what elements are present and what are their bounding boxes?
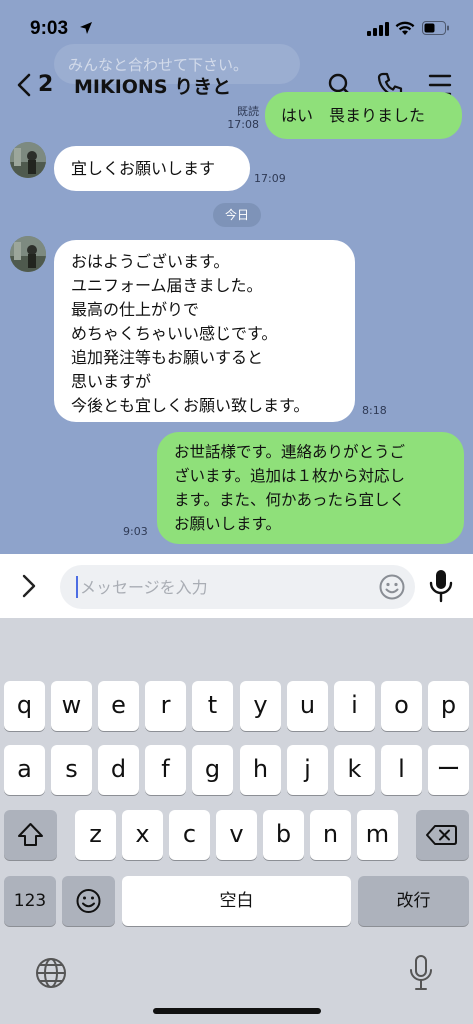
- message-input[interactable]: [80, 565, 370, 609]
- key-t[interactable]: t: [192, 681, 233, 731]
- message-text: 宜しくお願いします: [71, 159, 216, 178]
- date-divider: 今日: [213, 203, 261, 227]
- chat-title: MIKIONS りきと: [74, 76, 232, 98]
- incoming-message-bubble[interactable]: おはようございます。 ユニフォーム届きました。 最高の仕上がりで めちゃくちゃい…: [54, 240, 355, 422]
- key-a[interactable]: a: [4, 745, 45, 795]
- message-line: 追加発注等もお願いすると: [71, 348, 264, 367]
- back-unread-count: 2: [38, 72, 54, 97]
- backspace-icon: [426, 825, 457, 845]
- key-g[interactable]: g: [192, 745, 233, 795]
- message-line: 今後とも宜しくお願い致します。: [71, 396, 310, 415]
- key-y[interactable]: y: [240, 681, 281, 731]
- text-caret: [76, 576, 78, 598]
- return-key[interactable]: 改行: [358, 876, 469, 926]
- backspace-key[interactable]: [416, 810, 469, 860]
- shift-key[interactable]: [4, 810, 57, 860]
- key-c[interactable]: c: [169, 810, 210, 860]
- battery-icon: [422, 21, 449, 35]
- outgoing-message-bubble[interactable]: お世話様です。連絡ありがとうご ざいます。追加は１枚から対応し ます。また、何か…: [157, 432, 464, 544]
- dictation-mic-icon[interactable]: [408, 954, 434, 992]
- message-line: お願いします。: [174, 515, 281, 533]
- emoji-key[interactable]: [62, 876, 115, 926]
- space-key[interactable]: 空白: [122, 876, 351, 926]
- key-s[interactable]: s: [51, 745, 92, 795]
- status-bar: 9:03: [0, 0, 473, 60]
- globe-icon[interactable]: [34, 956, 68, 990]
- key-h[interactable]: h: [240, 745, 281, 795]
- key-q[interactable]: q: [4, 681, 45, 731]
- status-time: 9:03: [30, 18, 69, 39]
- mic-icon[interactable]: [428, 568, 454, 604]
- key-w[interactable]: w: [51, 681, 92, 731]
- message-input-bar: [0, 554, 473, 618]
- key-l[interactable]: l: [381, 745, 422, 795]
- read-receipt: 既読: [237, 105, 259, 118]
- location-arrow-icon: [80, 22, 92, 34]
- back-button[interactable]: 2: [16, 72, 53, 97]
- message-time: 9:03: [123, 525, 148, 538]
- key-u[interactable]: u: [287, 681, 328, 731]
- message-time: 17:09: [254, 172, 286, 185]
- expand-chevron-icon[interactable]: [20, 572, 38, 600]
- key-f[interactable]: f: [145, 745, 186, 795]
- message-line: ざいます。追加は１枚から対応し: [174, 467, 405, 485]
- key-d[interactable]: d: [98, 745, 139, 795]
- key-j[interactable]: j: [287, 745, 328, 795]
- key-p[interactable]: p: [428, 681, 469, 731]
- key-v[interactable]: v: [216, 810, 257, 860]
- emoji-icon[interactable]: [378, 573, 406, 601]
- message-input-field[interactable]: [60, 565, 415, 609]
- chat-area[interactable]: みんなと合わせて下さい。 9:03 2 MIKIONS りきと はい 畏まりまし…: [0, 0, 473, 554]
- message-time: 17:08: [227, 118, 259, 131]
- key-o[interactable]: o: [381, 681, 422, 731]
- message-line: 思いますが: [71, 372, 152, 391]
- key-z[interactable]: z: [75, 810, 116, 860]
- shift-icon: [18, 823, 43, 846]
- key-n[interactable]: n: [310, 810, 351, 860]
- message-text: はい 畏まりました: [281, 106, 426, 125]
- incoming-message-bubble[interactable]: 宜しくお願いします: [54, 146, 250, 191]
- key-i[interactable]: i: [334, 681, 375, 731]
- home-indicator: [153, 1008, 321, 1014]
- avatar[interactable]: [10, 236, 46, 272]
- key-k[interactable]: k: [334, 745, 375, 795]
- key-e[interactable]: e: [98, 681, 139, 731]
- keyboard-emoji-icon: [76, 889, 101, 913]
- outgoing-message-bubble[interactable]: はい 畏まりました: [265, 92, 462, 139]
- message-line: お世話様です。連絡ありがとうご: [174, 443, 405, 461]
- key-x[interactable]: x: [122, 810, 163, 860]
- key-r[interactable]: r: [145, 681, 186, 731]
- numbers-key[interactable]: 123: [4, 876, 56, 926]
- message-line: 最高の仕上がりで: [71, 300, 200, 319]
- message-line: ユニフォーム届きました。: [71, 276, 263, 295]
- avatar[interactable]: [10, 142, 46, 178]
- message-line: ます。また、何かあったら宜しく: [174, 491, 405, 509]
- back-chevron-icon: [17, 73, 31, 96]
- key-long-vowel[interactable]: ー: [428, 745, 469, 795]
- keyboard: q w e r t y u i o p a s d f g h j k l ー …: [0, 618, 473, 1024]
- message-time: 8:18: [362, 404, 387, 417]
- key-b[interactable]: b: [263, 810, 304, 860]
- signal-icon: [367, 22, 389, 36]
- key-m[interactable]: m: [357, 810, 398, 860]
- message-line: おはようございます。: [71, 252, 230, 271]
- message-line: めちゃくちゃいい感じです。: [71, 324, 278, 343]
- wifi-icon: [395, 21, 415, 35]
- message-meta: 既読 17:08: [215, 105, 259, 131]
